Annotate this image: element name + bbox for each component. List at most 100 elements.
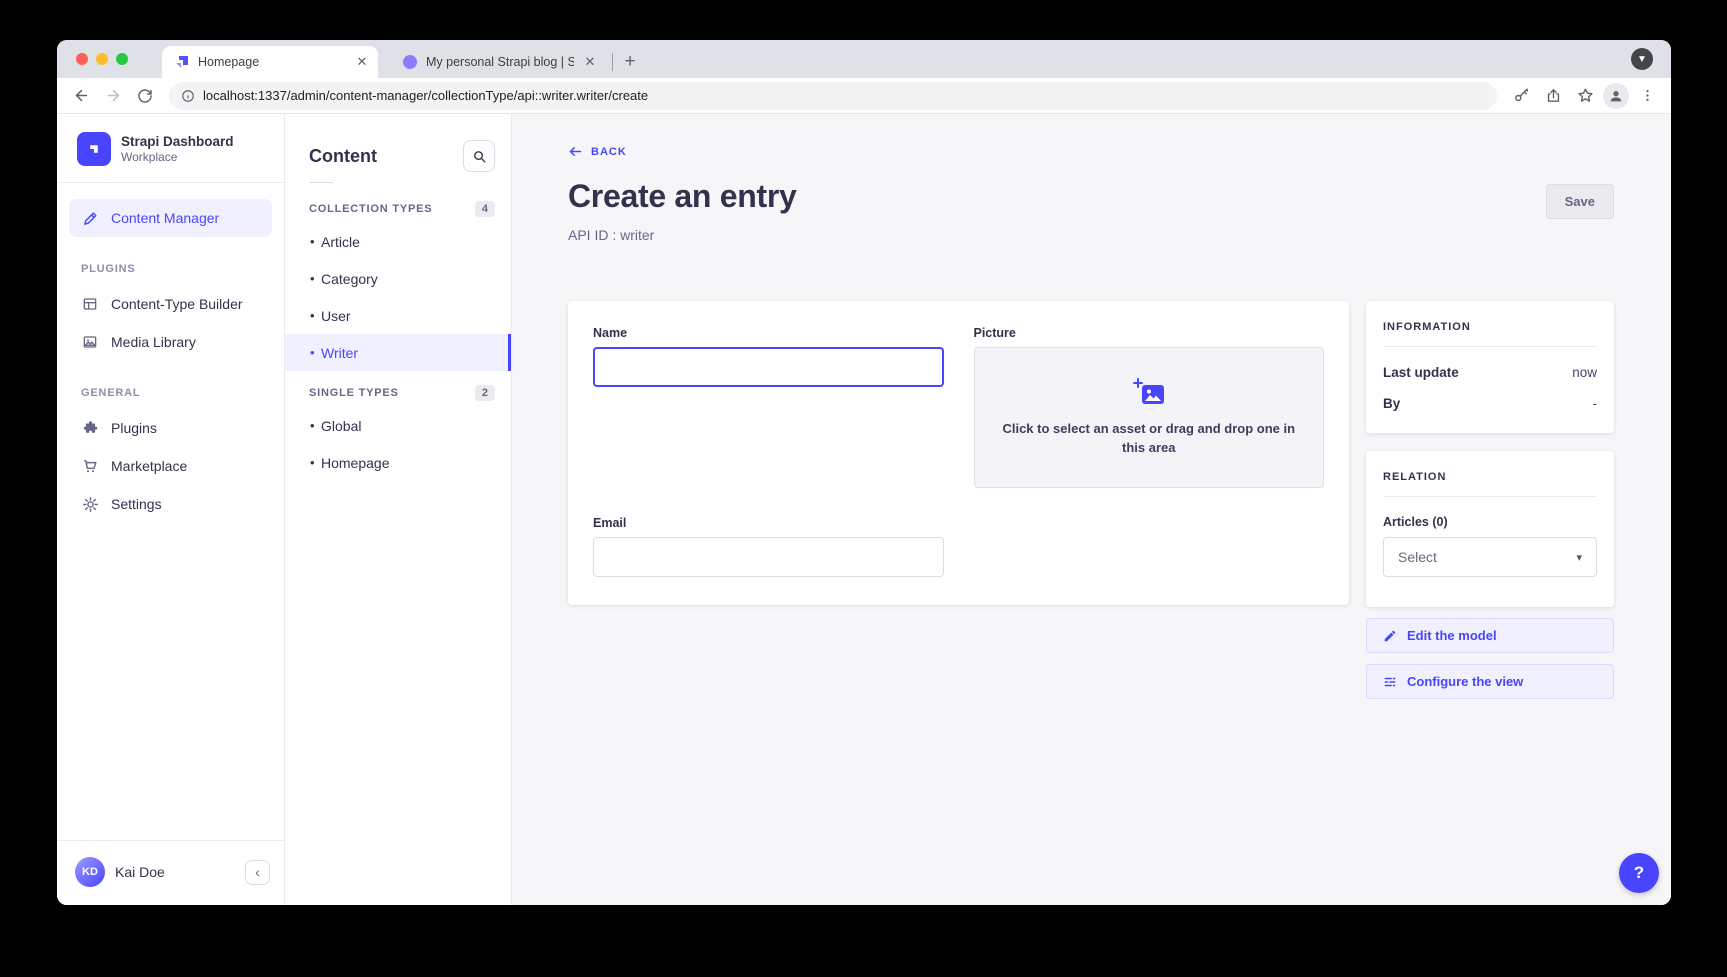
user-avatar[interactable]: KD xyxy=(75,857,105,887)
subnav-item-global[interactable]: Global xyxy=(285,407,511,444)
back-link[interactable]: BACK xyxy=(568,144,627,159)
workspace-brand: Strapi Dashboard Workplace xyxy=(57,114,284,182)
main-content: BACK Create an entry Save API ID : write… xyxy=(512,114,1671,905)
email-field: Email xyxy=(593,516,944,577)
sidebar-item-label: Media Library xyxy=(111,334,196,350)
search-button[interactable] xyxy=(463,140,495,172)
picture-label: Picture xyxy=(974,326,1325,340)
close-window-button[interactable] xyxy=(76,53,88,65)
articles-relation-label: Articles (0) xyxy=(1383,515,1597,529)
by-value: - xyxy=(1593,396,1598,411)
sidebar-spacer xyxy=(57,523,284,840)
sidebar-section-plugins: PLUGINS xyxy=(69,263,272,275)
meta-column: INFORMATION Last update now By - xyxy=(1366,301,1614,699)
configure-lines-icon xyxy=(1383,675,1397,689)
browser-toolbar: localhost:1337/admin/content-manager/col… xyxy=(57,78,1671,114)
configure-view-button[interactable]: Configure the view xyxy=(1366,664,1614,699)
add-image-icon xyxy=(1132,378,1166,408)
save-button[interactable]: Save xyxy=(1546,184,1614,219)
sidebar-item-media-library[interactable]: Media Library xyxy=(69,323,272,361)
collapse-sidebar-button[interactable]: ‹ xyxy=(245,860,270,885)
select-placeholder: Select xyxy=(1398,549,1437,565)
strapi-logo xyxy=(77,132,111,166)
window-controls xyxy=(76,53,128,65)
pen-icon xyxy=(81,209,99,227)
group-label-collection-types: COLLECTION TYPES xyxy=(309,203,432,215)
sidebar-item-plugins[interactable]: Plugins xyxy=(69,409,272,447)
articles-select[interactable]: Select ▾ xyxy=(1383,537,1597,577)
relation-panel: RELATION Articles (0) Select ▾ xyxy=(1366,451,1614,607)
tab-close-icon[interactable]: ✕ xyxy=(354,54,370,70)
minimize-window-button[interactable] xyxy=(96,53,108,65)
sidebar-section-general: GENERAL xyxy=(69,387,272,399)
password-key-icon[interactable] xyxy=(1507,82,1535,110)
panel-divider xyxy=(1383,496,1597,497)
workspace-subtitle: Workplace xyxy=(121,150,234,164)
picture-field: Picture Click xyxy=(974,326,1325,488)
tab-close-icon[interactable]: ✕ xyxy=(582,54,598,70)
help-button[interactable]: ? xyxy=(1619,853,1659,893)
by-label: By xyxy=(1383,396,1400,411)
browser-back-icon[interactable] xyxy=(67,82,95,110)
content-subnav: Content COLLECTION TYPES 4 Article Categ… xyxy=(285,114,512,905)
email-input[interactable] xyxy=(593,537,944,577)
browser-updates-chevron-icon[interactable]: ▼ xyxy=(1631,48,1653,70)
sidebar-item-label: Settings xyxy=(111,496,162,512)
layout-icon xyxy=(81,295,99,313)
collection-types-count-badge: 4 xyxy=(475,201,495,217)
puzzle-icon xyxy=(81,419,99,437)
sidebar-item-label: Plugins xyxy=(111,420,157,436)
by-row: By - xyxy=(1383,396,1597,411)
picture-upload-dropzone[interactable]: Click to select an asset or drag and dro… xyxy=(974,347,1325,488)
tab-title: My personal Strapi blog | Strap xyxy=(426,55,574,69)
strapi-admin-app: Strapi Dashboard Workplace Content Manag… xyxy=(57,114,1671,905)
sidebar-item-content-manager[interactable]: Content Manager xyxy=(69,199,272,237)
group-label-single-types: SINGLE TYPES xyxy=(309,387,399,399)
subnav-item-writer[interactable]: Writer xyxy=(285,334,511,371)
configure-view-label: Configure the view xyxy=(1407,674,1523,689)
main-sidebar: Strapi Dashboard Workplace Content Manag… xyxy=(57,114,285,905)
email-label: Email xyxy=(593,516,944,530)
strapi-favicon xyxy=(174,54,190,70)
tab-strip: Homepage ✕ My personal Strapi blog | Str… xyxy=(57,40,1671,78)
back-label: BACK xyxy=(591,146,627,158)
last-update-label: Last update xyxy=(1383,365,1459,380)
zoom-window-button[interactable] xyxy=(116,53,128,65)
information-panel: INFORMATION Last update now By - xyxy=(1366,301,1614,433)
browser-window: Homepage ✕ My personal Strapi blog | Str… xyxy=(57,40,1671,905)
browser-forward-icon[interactable] xyxy=(99,82,127,110)
new-tab-button[interactable]: + xyxy=(617,49,643,75)
edit-model-button[interactable]: Edit the model xyxy=(1366,618,1614,653)
bookmark-star-icon[interactable] xyxy=(1571,82,1599,110)
back-arrow-icon xyxy=(568,144,583,159)
tab-title: Homepage xyxy=(198,55,346,69)
media-icon xyxy=(81,333,99,351)
name-input[interactable] xyxy=(593,347,944,387)
info-icon[interactable] xyxy=(181,89,195,103)
address-bar[interactable]: localhost:1337/admin/content-manager/col… xyxy=(169,82,1497,110)
tab-homepage[interactable]: Homepage ✕ xyxy=(162,46,378,78)
subnav-item-article[interactable]: Article xyxy=(285,223,511,260)
relation-title: RELATION xyxy=(1383,471,1597,483)
browser-menu-kebab-icon[interactable] xyxy=(1633,82,1661,110)
sidebar-item-content-type-builder[interactable]: Content-Type Builder xyxy=(69,285,272,323)
page-title: Create an entry xyxy=(568,178,797,215)
subnav-item-category[interactable]: Category xyxy=(285,260,511,297)
sidebar-item-marketplace[interactable]: Marketplace xyxy=(69,447,272,485)
subnav-divider xyxy=(309,182,333,183)
subnav-item-user[interactable]: User xyxy=(285,297,511,334)
tab-blog[interactable]: My personal Strapi blog | Strap ✕ xyxy=(390,46,606,78)
information-title: INFORMATION xyxy=(1383,321,1597,333)
tab-separator xyxy=(612,53,613,71)
browser-reload-icon[interactable] xyxy=(131,82,159,110)
sidebar-item-settings[interactable]: Settings xyxy=(69,485,272,523)
browser-profile-avatar[interactable] xyxy=(1603,83,1629,109)
subnav-item-homepage[interactable]: Homepage xyxy=(285,444,511,481)
sidebar-footer: KD Kai Doe ‹ xyxy=(57,840,284,905)
share-icon[interactable] xyxy=(1539,82,1567,110)
url-text: localhost:1337/admin/content-manager/col… xyxy=(203,88,648,103)
chevron-down-icon: ▾ xyxy=(1576,551,1582,564)
pencil-icon xyxy=(1383,629,1397,643)
page-subtitle: API ID : writer xyxy=(568,227,1614,243)
entry-form-card: Name Picture xyxy=(568,301,1349,605)
